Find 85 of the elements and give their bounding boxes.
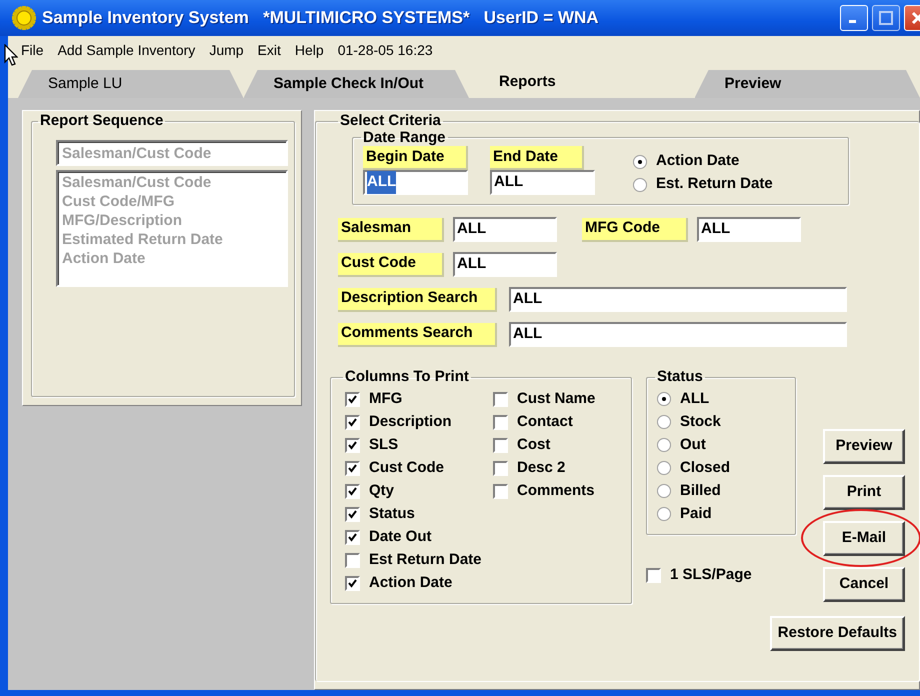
group-title: Columns To Print [344, 369, 470, 386]
field-label: Description Search [338, 288, 497, 312]
text-input[interactable]: ALL [509, 322, 847, 347]
radio-button[interactable] [657, 461, 671, 475]
checkbox[interactable] [345, 414, 360, 430]
radio-button[interactable] [657, 507, 671, 521]
checkbox[interactable] [345, 438, 360, 452]
checkbox-label: Cust Code [369, 458, 444, 478]
radio-button[interactable] [657, 438, 671, 452]
sun-icon [12, 6, 36, 30]
option-label: Est. Return Date [656, 174, 773, 194]
checkbox[interactable] [493, 460, 508, 476]
checkbox[interactable] [493, 438, 508, 452]
checkbox-label: Cost [517, 434, 550, 455]
field-label: Begin Date [363, 146, 468, 170]
option-label: Closed [680, 458, 730, 478]
field-label: Salesman [338, 218, 444, 242]
checkbox-label: Status [369, 504, 415, 524]
text-input[interactable]: ALL [453, 217, 557, 242]
checkbox[interactable] [646, 568, 661, 583]
action-button[interactable]: Preview [823, 429, 905, 464]
field-label: End Date [490, 146, 584, 170]
group-title: Select Criteria [339, 113, 442, 130]
group-title: Date Range [362, 130, 447, 146]
menu-item[interactable]: Help [288, 40, 331, 60]
date-input[interactable]: ALL [363, 170, 468, 195]
radio-button[interactable] [633, 178, 647, 192]
group-title: Status [656, 369, 704, 386]
text-input[interactable]: ALL [509, 287, 847, 312]
action-button[interactable]: Cancel [823, 567, 905, 602]
date-input[interactable]: ALL [490, 170, 595, 195]
checkbox-label: Contact [517, 412, 573, 432]
radio-button[interactable] [657, 415, 671, 429]
checkbox[interactable] [345, 552, 360, 568]
checkbox[interactable] [345, 530, 360, 544]
checkbox-label: Comments [517, 480, 595, 501]
checkbox[interactable] [345, 392, 360, 406]
checkbox[interactable] [493, 392, 508, 406]
checkbox-label: Desc 2 [517, 458, 566, 478]
radio-button[interactable] [633, 154, 647, 168]
option-label: ALL [680, 388, 710, 409]
radio-button[interactable] [657, 484, 671, 498]
option-label: Action Date [656, 151, 740, 172]
group-title: Report Sequence [39, 113, 164, 130]
tab[interactable]: Sample Check In/Out [244, 70, 469, 98]
checkbox[interactable] [345, 484, 360, 498]
maximize-icon[interactable] [879, 11, 893, 25]
checkbox-label: 1 SLS/Page [670, 565, 752, 586]
option-label: Stock [680, 412, 721, 432]
checkbox-label: MFG [369, 388, 402, 409]
option-label: Billed [680, 480, 721, 501]
window-title: Sample Inventory System *MULTIMICRO SYSTEMS* UserID = WNA [42, 7, 599, 30]
cursor-icon [4, 44, 18, 66]
checkbox-label: Qty [369, 480, 394, 501]
checkbox-label: SLS [369, 434, 398, 455]
minimize-button[interactable] [840, 5, 868, 31]
field-label: Cust Code [338, 252, 444, 276]
text-input[interactable]: ALL [697, 217, 801, 242]
checkbox[interactable] [345, 506, 360, 522]
field-label: Comments Search [338, 322, 497, 346]
checkbox-label: Cust Name [517, 388, 596, 409]
checkbox-label: Date Out [369, 526, 432, 547]
menu-clock: 01-28-05 16:23 [336, 40, 434, 60]
action-button[interactable]: E-Mail [823, 521, 905, 556]
menu-item[interactable]: File [14, 40, 51, 60]
checkbox-label: Est Return Date [369, 550, 482, 570]
tab[interactable]: Sample LU [18, 70, 244, 98]
checkbox-label: Action Date [369, 572, 452, 593]
text-input[interactable]: ALL [453, 252, 557, 277]
radio-button[interactable] [657, 392, 671, 406]
restore-defaults-button[interactable]: Restore Defaults [770, 616, 905, 651]
menu-item[interactable]: Jump [202, 40, 251, 60]
option-label: Out [680, 434, 706, 455]
action-button[interactable]: Print [823, 475, 905, 510]
field-label: MFG Code [582, 218, 688, 242]
menu-item[interactable]: Add Sample Inventory [50, 40, 202, 60]
tab[interactable]: Preview [694, 70, 920, 98]
option-label: Paid [680, 504, 712, 524]
menu-item[interactable]: Exit [250, 40, 288, 60]
maximize-button[interactable] [872, 5, 900, 31]
checkbox[interactable] [345, 576, 360, 590]
checkbox[interactable] [345, 460, 360, 476]
checkbox[interactable] [493, 414, 508, 430]
checkbox[interactable] [493, 484, 508, 498]
checkbox-label: Description [369, 412, 452, 432]
